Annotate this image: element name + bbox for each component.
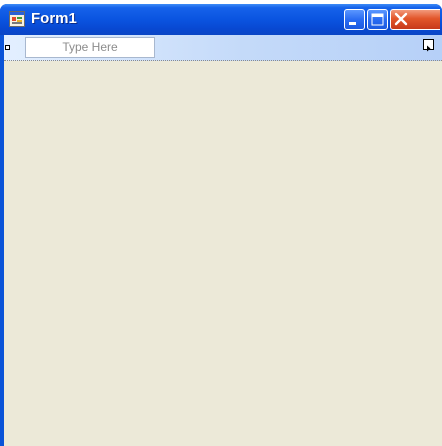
minimize-button[interactable] <box>344 9 365 30</box>
form-icon <box>9 11 25 27</box>
close-icon <box>394 12 408 26</box>
form-window[interactable]: Form1 Type Here <box>0 4 442 446</box>
title-bar[interactable]: Form1 <box>0 4 442 35</box>
smart-tag-button[interactable] <box>423 39 434 52</box>
menu-strip[interactable]: Type Here <box>4 35 442 61</box>
maximize-button[interactable] <box>367 9 388 30</box>
minimize-icon <box>349 22 356 25</box>
form-client-area[interactable]: Type Here <box>4 35 442 446</box>
window-title: Form1 <box>31 10 77 27</box>
maximize-icon <box>371 13 384 26</box>
resize-handle[interactable] <box>5 45 10 50</box>
type-here-box[interactable]: Type Here <box>25 37 155 58</box>
close-button[interactable] <box>390 9 440 30</box>
smart-tag-arrow-icon <box>427 45 431 52</box>
